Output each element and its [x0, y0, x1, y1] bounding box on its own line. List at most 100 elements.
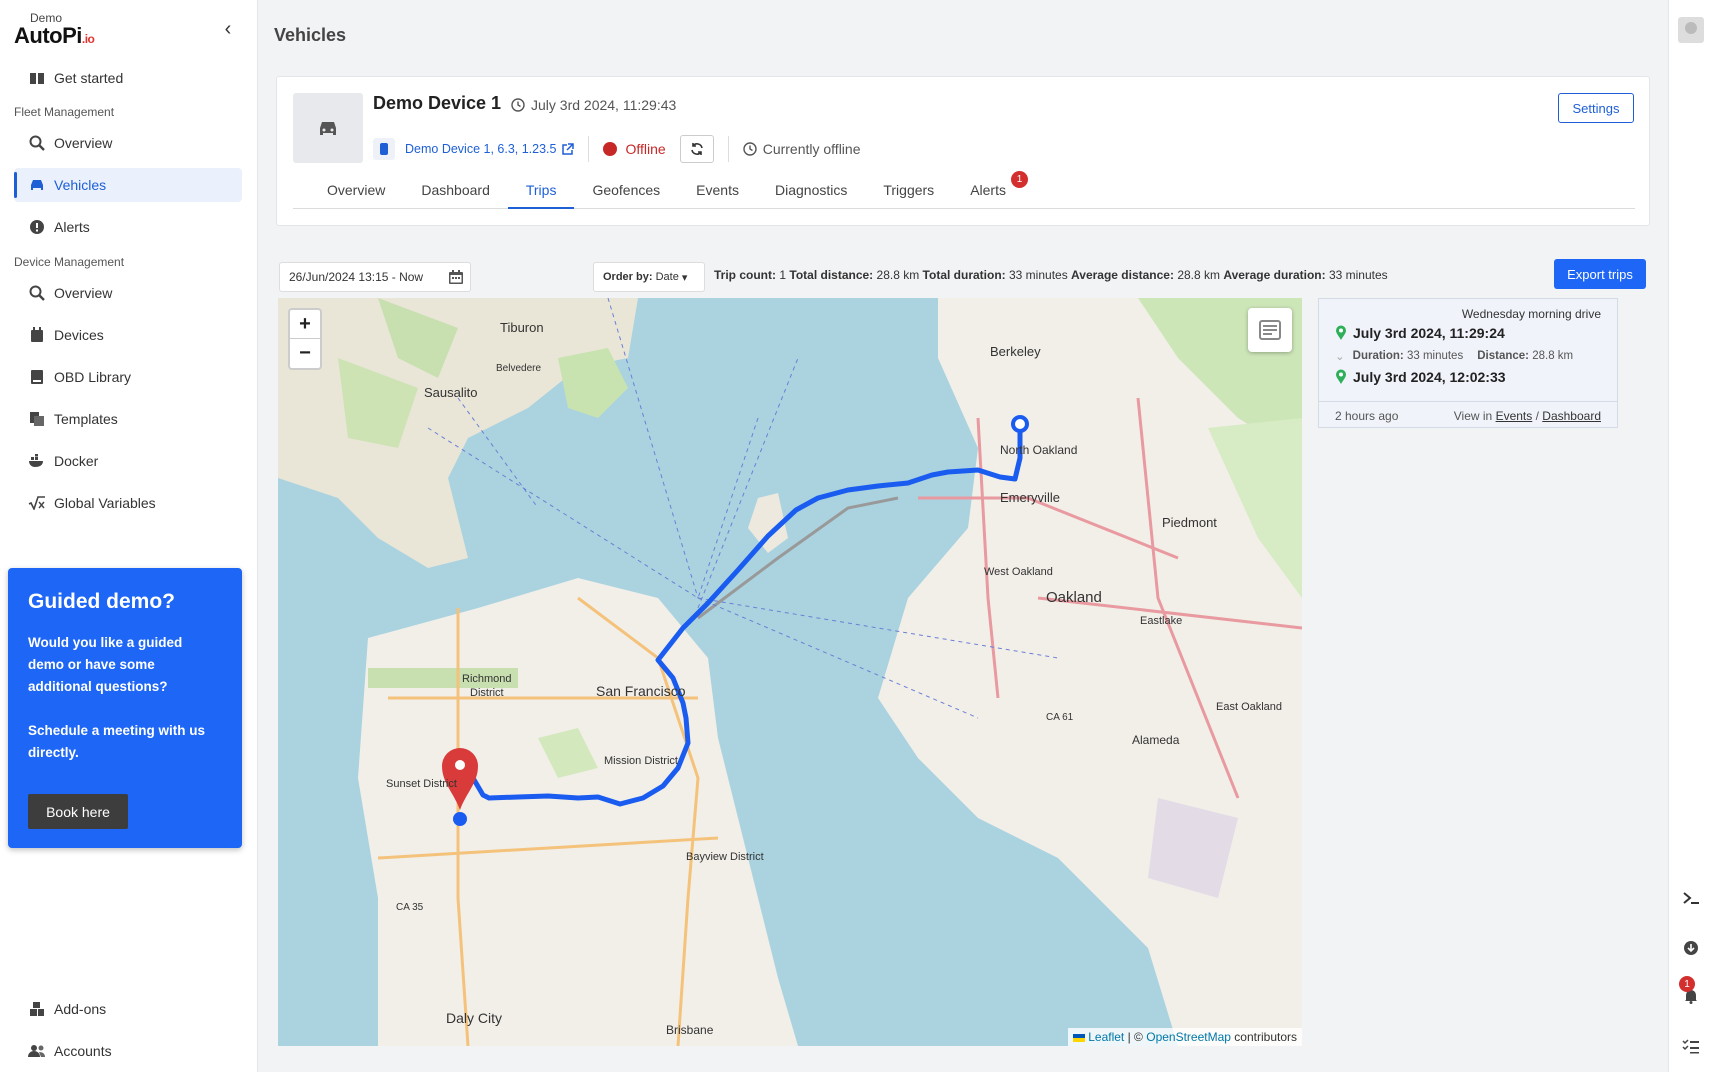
device-meta-row: Demo Device 1, 6.3, 1.23.5 Offline Curre… [373, 135, 861, 163]
right-toolbar: 1 [1668, 0, 1712, 1072]
refresh-icon [690, 143, 703, 155]
sidebar-item-docker[interactable]: Docker [14, 444, 242, 478]
ukraine-flag-icon [1072, 1033, 1085, 1042]
alert-circle-icon [28, 219, 46, 235]
search-chart-icon [28, 285, 46, 301]
refresh-button[interactable] [679, 135, 714, 163]
trip-list-toggle-button[interactable] [1248, 308, 1292, 352]
sidebar-item-label: Alerts [54, 219, 90, 235]
connection-status: Currently offline [743, 141, 861, 157]
sidebar: Demo AutoPi.io ‹ Get started Fleet Manag… [0, 0, 258, 1072]
map-tiles: Berkeley Tiburon Belvedere Sausalito Nor… [278, 298, 1302, 1046]
map-label-belvedere: Belvedere [496, 363, 541, 374]
book-here-button[interactable]: Book here [28, 794, 128, 829]
device-name: Demo Device 1 [373, 93, 502, 113]
tab-geofences[interactable]: Geofences [574, 177, 678, 209]
map-label-daly-city: Daly City [446, 1010, 502, 1026]
sidebar-item-templates[interactable]: Templates [14, 402, 242, 436]
map-label-berkeley: Berkeley [990, 344, 1041, 359]
status-badge: Offline [603, 141, 666, 157]
terminal-icon[interactable] [1677, 884, 1705, 912]
tab-trips[interactable]: Trips [507, 177, 575, 209]
device-header-card: Demo Device 1 July 3rd 2024, 11:29:43 De… [276, 76, 1650, 226]
docker-icon [28, 453, 46, 469]
sidebar-item-obd-library[interactable]: OBD Library [14, 360, 242, 394]
zoom-in-button[interactable]: + [290, 310, 320, 339]
section-fleet-management: Fleet Management [14, 105, 115, 119]
search-chart-icon [28, 135, 46, 151]
guided-demo-card: Guided demo? Would you like a guided dem… [8, 568, 242, 848]
device-link[interactable]: Demo Device 1, 6.3, 1.23.5 [405, 142, 575, 156]
events-link[interactable]: Events [1496, 409, 1533, 423]
zoom-out-button[interactable]: − [290, 339, 320, 368]
osm-link[interactable]: OpenStreetMap [1146, 1030, 1231, 1044]
vehicle-avatar [293, 93, 363, 163]
map-pin-end-icon [1336, 369, 1346, 384]
date-range-input[interactable]: 26/Jun/2024 13:15 - Now [279, 262, 471, 292]
tab-alerts[interactable]: Alerts 1 [952, 171, 1030, 209]
device-tabs: Overview Dashboard Trips Geofences Event… [293, 171, 1635, 209]
sidebar-item-label: Overview [54, 135, 113, 151]
chevrons-down-icon: ⌄ [1335, 351, 1345, 363]
order-by-dropdown[interactable]: Order by: Date ▾ [593, 262, 705, 292]
tab-overview[interactable]: Overview [293, 177, 403, 209]
tab-dashboard[interactable]: Dashboard [403, 177, 508, 209]
map-label-west-oakland: West Oakland [984, 566, 1053, 578]
trip-age: 2 hours ago [1335, 408, 1399, 423]
divider [588, 136, 590, 162]
map-label-ca61: CA 61 [1046, 712, 1074, 723]
clock-icon [743, 142, 757, 156]
section-device-management: Device Management [14, 255, 125, 269]
sidebar-item-alerts[interactable]: Alerts [14, 210, 242, 244]
car-icon [320, 122, 336, 135]
sidebar-item-fleet-overview[interactable]: Overview [14, 126, 242, 160]
map-label-north-oakland: North Oakland [1000, 443, 1077, 457]
map-label-brisbane: Brisbane [666, 1023, 714, 1037]
download-circle-icon[interactable] [1677, 934, 1705, 962]
tab-events[interactable]: Events [678, 177, 757, 209]
sidebar-item-device-overview[interactable]: Overview [14, 276, 242, 310]
sidebar-item-label: Overview [54, 285, 113, 301]
trip-map[interactable]: Berkeley Tiburon Belvedere Sausalito Nor… [278, 298, 1302, 1046]
trip-stats: Trip count: 1 Total distance: 28.8 km To… [714, 268, 1388, 282]
trip-card[interactable]: Wednesday morning drive July 3rd 2024, 1… [1318, 298, 1618, 428]
external-link-icon [562, 143, 575, 155]
task-list-icon[interactable] [1677, 1032, 1705, 1060]
device-chip-icon [373, 138, 395, 160]
zoom-control: + − [288, 308, 322, 370]
alerts-count-badge: 1 [1010, 171, 1028, 188]
map-label-ca35: CA 35 [396, 902, 424, 913]
book-icon [28, 70, 46, 86]
map-label-bayview-district: Bayview District [686, 851, 764, 863]
sidebar-item-devices[interactable]: Devices [14, 318, 242, 352]
trip-footer: 2 hours ago View in Events / Dashboard [1319, 401, 1617, 429]
page-title: Vehicles [274, 25, 347, 45]
templates-icon [28, 411, 46, 427]
clock-icon [511, 98, 525, 112]
settings-button[interactable]: Settings [1558, 93, 1634, 123]
map-label-emeryville: Emeryville [1000, 490, 1060, 505]
collapse-sidebar-icon[interactable]: ‹ [220, 18, 236, 40]
dashboard-link[interactable]: Dashboard [1542, 409, 1601, 423]
trip-end: July 3rd 2024, 12:02:33 [1335, 369, 1506, 385]
device-icon [28, 327, 46, 343]
tab-triggers[interactable]: Triggers [865, 177, 952, 209]
leaflet-link[interactable]: Leaflet [1088, 1030, 1124, 1044]
export-trips-button[interactable]: Export trips [1554, 259, 1646, 289]
sidebar-item-get-started[interactable]: Get started [14, 61, 242, 95]
sidebar-item-label: Docker [54, 453, 99, 469]
autopi-logo[interactable]: Demo AutoPi.io [14, 12, 95, 51]
sidebar-item-label: Get started [54, 70, 124, 86]
sidebar-item-accounts[interactable]: Accounts [14, 1034, 242, 1068]
tab-diagnostics[interactable]: Diagnostics [757, 177, 865, 209]
divider [727, 136, 729, 162]
cubes-icon [28, 1001, 46, 1017]
map-label-san-francisco: San Francisco [596, 683, 686, 699]
map-label-sunset-district: Sunset District [386, 778, 457, 790]
sidebar-item-vehicles[interactable]: Vehicles [14, 168, 242, 202]
sidebar-item-global-variables[interactable]: Global Variables [14, 486, 242, 520]
user-avatar[interactable] [1677, 16, 1705, 44]
trip-title: Wednesday morning drive [1461, 307, 1601, 321]
sidebar-item-add-ons[interactable]: Add-ons [14, 992, 242, 1026]
sidebar-item-label: Devices [54, 327, 104, 343]
